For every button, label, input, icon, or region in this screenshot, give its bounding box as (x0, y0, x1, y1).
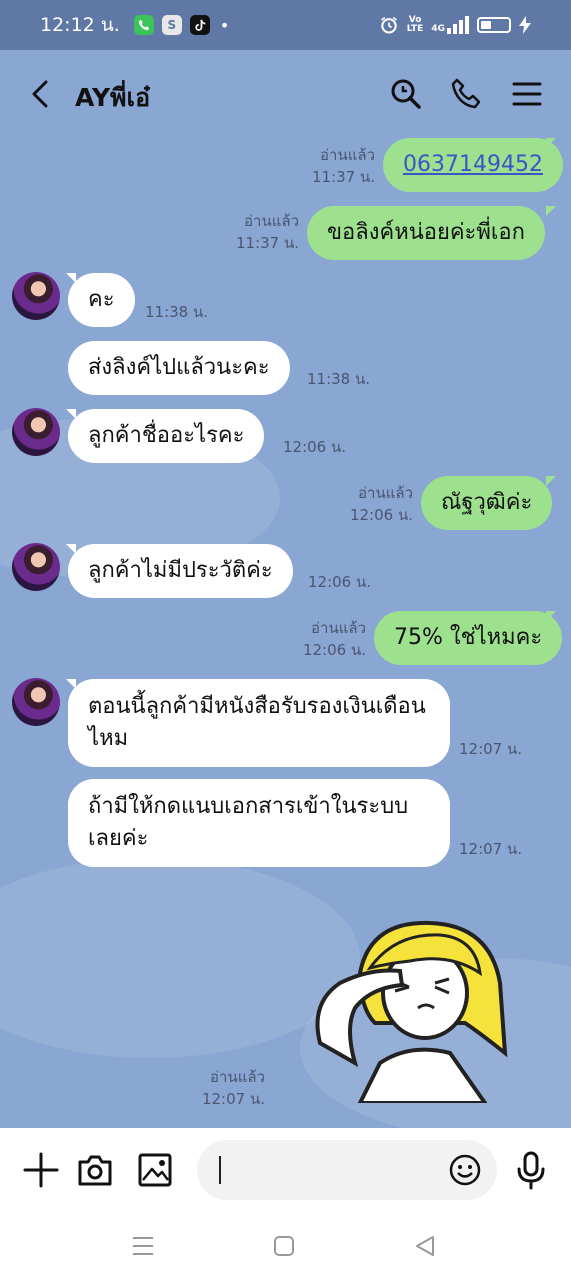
message-time: 12:07 น. (201, 1090, 265, 1108)
saluting-character-sticker[interactable] (300, 913, 520, 1103)
message-time: 12:06 น. (302, 641, 366, 659)
back-nav-icon[interactable] (411, 1232, 439, 1260)
message-input-bar (0, 1128, 571, 1212)
message-bubble-incoming[interactable]: ลูกค้าไม่มีประวัติค่ะ (68, 544, 293, 598)
message-time: 11:38 น. (145, 303, 209, 321)
message-input[interactable] (215, 1152, 435, 1188)
chat-title[interactable]: AYพี่เอ๋ (75, 78, 150, 118)
message-bubble-incoming[interactable]: ส่งลิงค์ไปแล้วนะคะ (68, 341, 290, 395)
message-meta: อ่านแล้ว 12:06 น. (291, 617, 366, 661)
network-type: 4G (431, 24, 445, 34)
message-meta: อ่านแล้ว 11:37 น. (300, 144, 375, 188)
menu-icon[interactable] (509, 76, 545, 112)
message-text: ณัฐวุฒิค่ะ (441, 490, 533, 515)
message-bubble-outgoing[interactable]: ขอลิงค์หน่อยค่ะพี่เอก (307, 206, 545, 260)
message-bubble-incoming[interactable]: คะ (68, 273, 135, 327)
charging-icon (519, 16, 531, 34)
signal-icon: 4G (431, 16, 469, 34)
message-time: 11:37 น. (311, 168, 375, 186)
camera-icon[interactable] (75, 1150, 115, 1190)
message-meta: อ่านแล้ว 12:07 น. (190, 1066, 265, 1110)
phone-icon[interactable] (449, 76, 485, 112)
message-time: 12:06 น. (283, 438, 347, 456)
plus-icon[interactable] (21, 1150, 61, 1190)
message-text-field[interactable] (197, 1140, 497, 1200)
avatar[interactable] (12, 678, 60, 726)
message-time: 11:38 น. (307, 370, 371, 388)
home-icon[interactable] (270, 1232, 298, 1260)
message-text: ส่งลิงค์ไปแล้วนะคะ (88, 355, 270, 380)
recent-apps-icon[interactable] (129, 1232, 157, 1260)
notification-dot: • (219, 15, 230, 35)
emoji-icon[interactable] (447, 1152, 483, 1188)
message-bubble-incoming[interactable]: ลูกค้าชื่ออะไรคะ (68, 409, 265, 463)
message-time: 12:07 น. (459, 740, 523, 758)
read-receipt: อ่านแล้ว (320, 146, 375, 164)
message-text: ลูกค้าชื่ออะไรคะ (88, 423, 245, 448)
search-icon[interactable] (388, 76, 424, 112)
avatar[interactable] (12, 408, 60, 456)
bubble-tail (546, 206, 556, 216)
message-meta: อ่านแล้ว 12:06 น. (338, 482, 413, 526)
battery-icon (477, 17, 511, 33)
message-bubble-incoming[interactable]: ตอนนี้ลูกค้ามีหนังสือรับรองเงินเดือนไหม (68, 679, 450, 767)
tiktok-icon (189, 15, 210, 35)
bubble-tail (546, 611, 556, 621)
read-receipt: อ่านแล้ว (311, 619, 366, 637)
system-navigation-bar (0, 1212, 571, 1280)
volte-bottom: LTE (406, 24, 424, 34)
message-bubble-outgoing[interactable]: 0637149452 (383, 138, 563, 192)
message-bubble-outgoing[interactable]: ณัฐวุฒิค่ะ (421, 476, 553, 530)
message-text: ลูกค้าไม่มีประวัติค่ะ (88, 558, 273, 583)
avatar[interactable] (12, 543, 60, 591)
phone-number-link[interactable]: 0637149452 (403, 152, 543, 177)
message-text: 75% ใช่ไหมคะ (394, 625, 543, 650)
chat-header: AYพี่เอ๋ (0, 50, 571, 138)
message-time: 12:06 น. (308, 573, 372, 591)
message-text: ขอลิงค์หน่อยค่ะพี่เอก (327, 220, 525, 245)
status-time: 12:12 น. (40, 14, 120, 36)
read-receipt: อ่านแล้ว (244, 212, 299, 230)
avatar[interactable] (12, 272, 60, 320)
status-bar: 12:12 น. S • Vo LTE 4G (0, 0, 571, 50)
back-icon[interactable] (24, 76, 60, 112)
microphone-icon[interactable] (511, 1150, 551, 1190)
phone-app-icon (133, 15, 154, 35)
bubble-tail (546, 138, 556, 148)
message-time: 12:07 น. (459, 840, 523, 858)
message-meta: อ่านแล้ว 11:37 น. (224, 210, 299, 254)
message-time: 11:37 น. (235, 234, 299, 252)
image-icon[interactable] (135, 1150, 175, 1190)
message-text: ตอนนี้ลูกค้ามีหนังสือรับรองเงินเดือนไหม (88, 694, 426, 751)
chat-area[interactable]: อ่านแล้ว 11:37 น. 0637149452 อ่านแล้ว 11… (0, 138, 571, 1128)
read-receipt: อ่านแล้ว (358, 484, 413, 502)
s-app-icon: S (161, 15, 182, 35)
message-bubble-incoming[interactable]: ถ้ามีให้กดแนบเอกสารเข้าในระบบเลยค่ะ (68, 779, 450, 867)
message-text: คะ (88, 287, 115, 312)
bubble-tail (546, 476, 556, 486)
message-time: 12:06 น. (349, 506, 413, 524)
read-receipt: อ่านแล้ว (210, 1068, 265, 1086)
message-bubble-outgoing[interactable]: 75% ใช่ไหมคะ (374, 611, 563, 665)
text-caret (219, 1156, 221, 1184)
message-text: ถ้ามีให้กดแนบเอกสารเข้าในระบบเลยค่ะ (88, 794, 409, 851)
volte-indicator: Vo LTE (407, 16, 424, 34)
alarm-icon (380, 16, 397, 34)
